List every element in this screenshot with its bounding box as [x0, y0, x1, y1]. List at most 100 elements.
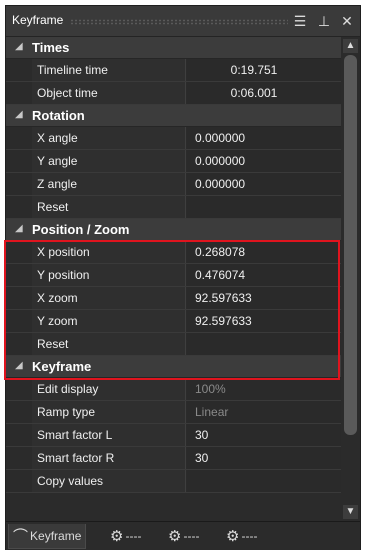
property-value[interactable]: 0.000000: [187, 127, 341, 149]
scroll-down-arrow-icon[interactable]: ▼: [343, 505, 358, 519]
section-label: Times: [32, 40, 70, 55]
property-row[interactable]: Reset: [6, 196, 341, 219]
property-row[interactable]: Edit display 100%: [6, 378, 341, 401]
property-name: Object time: [32, 82, 186, 104]
row-gutter: [6, 310, 32, 332]
tab-label: ----: [183, 529, 200, 543]
property-row[interactable]: Object time 0:06.001: [6, 82, 341, 105]
section-header-times[interactable]: ◢ Times: [6, 37, 341, 59]
property-value[interactable]: 0:06.001: [187, 82, 341, 104]
scroll-thumb[interactable]: [344, 55, 357, 435]
scroll-up-arrow-icon[interactable]: ▲: [343, 39, 358, 53]
property-value[interactable]: 0:19.751: [187, 59, 341, 81]
property-row[interactable]: X position 0.268078: [6, 241, 341, 264]
property-row[interactable]: Y position 0.476074: [6, 264, 341, 287]
row-gutter: [6, 127, 32, 149]
row-gutter: [6, 150, 32, 172]
row-gutter: [6, 173, 32, 195]
property-row[interactable]: X angle 0.000000: [6, 127, 341, 150]
property-value[interactable]: 0.476074: [187, 264, 341, 286]
property-value[interactable]: 100%: [187, 378, 341, 400]
tab-settings-2[interactable]: ⚙ ----: [168, 524, 199, 548]
row-gutter: [6, 264, 32, 286]
property-name: Y angle: [32, 150, 186, 172]
property-name: X angle: [32, 127, 186, 149]
property-value[interactable]: 92.597633: [187, 287, 341, 309]
property-name: Y position: [32, 264, 186, 286]
property-row[interactable]: Smart factor R 30: [6, 447, 341, 470]
keyframe-panel: Keyframe ☰ ⊥ ✕ ◢ Times Timeline time 0:19.7…: [5, 5, 361, 550]
property-name: Copy values: [32, 470, 186, 492]
section-label: Position / Zoom: [32, 222, 130, 237]
row-gutter: [6, 378, 32, 400]
property-value[interactable]: 30: [187, 447, 341, 469]
collapse-arrow-icon[interactable]: ◢: [15, 360, 23, 371]
property-name: Ramp type: [32, 401, 186, 423]
row-gutter: [6, 333, 32, 355]
row-gutter: [6, 447, 32, 469]
property-name: Y zoom: [32, 310, 186, 332]
property-row[interactable]: X zoom 92.597633: [6, 287, 341, 310]
property-value[interactable]: [187, 470, 341, 492]
property-name: Edit display: [32, 378, 186, 400]
section-label: Keyframe: [32, 359, 92, 374]
property-name: Smart factor R: [32, 447, 186, 469]
row-gutter: [6, 424, 32, 446]
property-row[interactable]: Y angle 0.000000: [6, 150, 341, 173]
collapse-arrow-icon[interactable]: ◢: [15, 223, 23, 234]
property-name: Timeline time: [32, 59, 186, 81]
row-gutter: [6, 470, 32, 492]
property-row[interactable]: Reset: [6, 333, 341, 356]
property-name: X position: [32, 241, 186, 263]
pin-icon[interactable]: ⊥: [314, 11, 334, 31]
row-gutter: [6, 196, 32, 218]
collapse-arrow-icon[interactable]: ◢: [15, 41, 23, 52]
property-row[interactable]: Copy values: [6, 470, 341, 493]
close-icon[interactable]: ✕: [337, 11, 357, 31]
property-value[interactable]: 0.268078: [187, 241, 341, 263]
row-gutter: [6, 241, 32, 263]
property-name: X zoom: [32, 287, 186, 309]
property-name: Z angle: [32, 173, 186, 195]
property-value[interactable]: 0.000000: [187, 173, 341, 195]
tab-label: ----: [241, 529, 258, 543]
row-gutter: [6, 401, 32, 423]
tab-bar: ⌒ Keyframe ⚙ ---- ⚙ ---- ⚙ ----: [6, 521, 360, 550]
row-gutter: [6, 287, 32, 309]
property-name: Smart factor L: [32, 424, 186, 446]
tab-keyframe[interactable]: ⌒ Keyframe: [8, 524, 87, 549]
section-header-position-zoom[interactable]: ◢ Position / Zoom: [6, 219, 341, 241]
gear-icon: ⚙: [110, 527, 124, 545]
tab-label: ----: [125, 529, 142, 543]
property-value[interactable]: 92.597633: [187, 310, 341, 332]
section-label: Rotation: [32, 108, 85, 123]
row-gutter: [6, 59, 32, 81]
property-row[interactable]: Timeline time 0:19.751: [6, 59, 341, 82]
tab-settings-3[interactable]: ⚙ ----: [226, 524, 257, 548]
tab-settings-1[interactable]: ⚙ ----: [110, 524, 141, 548]
property-row[interactable]: Ramp type Linear: [6, 401, 341, 424]
tab-label: Keyframe: [30, 529, 82, 543]
property-row[interactable]: Y zoom 92.597633: [6, 310, 341, 333]
vertical-scrollbar[interactable]: ▲ ▼: [341, 37, 360, 521]
property-value[interactable]: [187, 196, 341, 218]
panel-title: Keyframe: [12, 13, 64, 27]
property-grid: ◢ Times Timeline time 0:19.751 Object time 0:…: [6, 37, 341, 521]
property-value[interactable]: 30: [187, 424, 341, 446]
gear-icon: ⚙: [168, 527, 182, 545]
row-gutter: [6, 82, 32, 104]
drag-grip[interactable]: [70, 19, 288, 25]
property-row[interactable]: Z angle 0.000000: [6, 173, 341, 196]
section-header-keyframe[interactable]: ◢ Keyframe: [6, 356, 341, 378]
property-name: Reset: [32, 333, 186, 355]
property-value[interactable]: 0.000000: [187, 150, 341, 172]
panel-titlebar[interactable]: Keyframe ☰ ⊥ ✕: [6, 6, 360, 37]
property-value[interactable]: Linear: [187, 401, 341, 423]
menu-icon[interactable]: ☰: [290, 11, 310, 31]
collapse-arrow-icon[interactable]: ◢: [15, 109, 23, 120]
property-value[interactable]: [187, 333, 341, 355]
gear-icon: ⚙: [226, 527, 240, 545]
property-name: Reset: [32, 196, 186, 218]
section-header-rotation[interactable]: ◢ Rotation: [6, 105, 341, 127]
property-row[interactable]: Smart factor L 30: [6, 424, 341, 447]
